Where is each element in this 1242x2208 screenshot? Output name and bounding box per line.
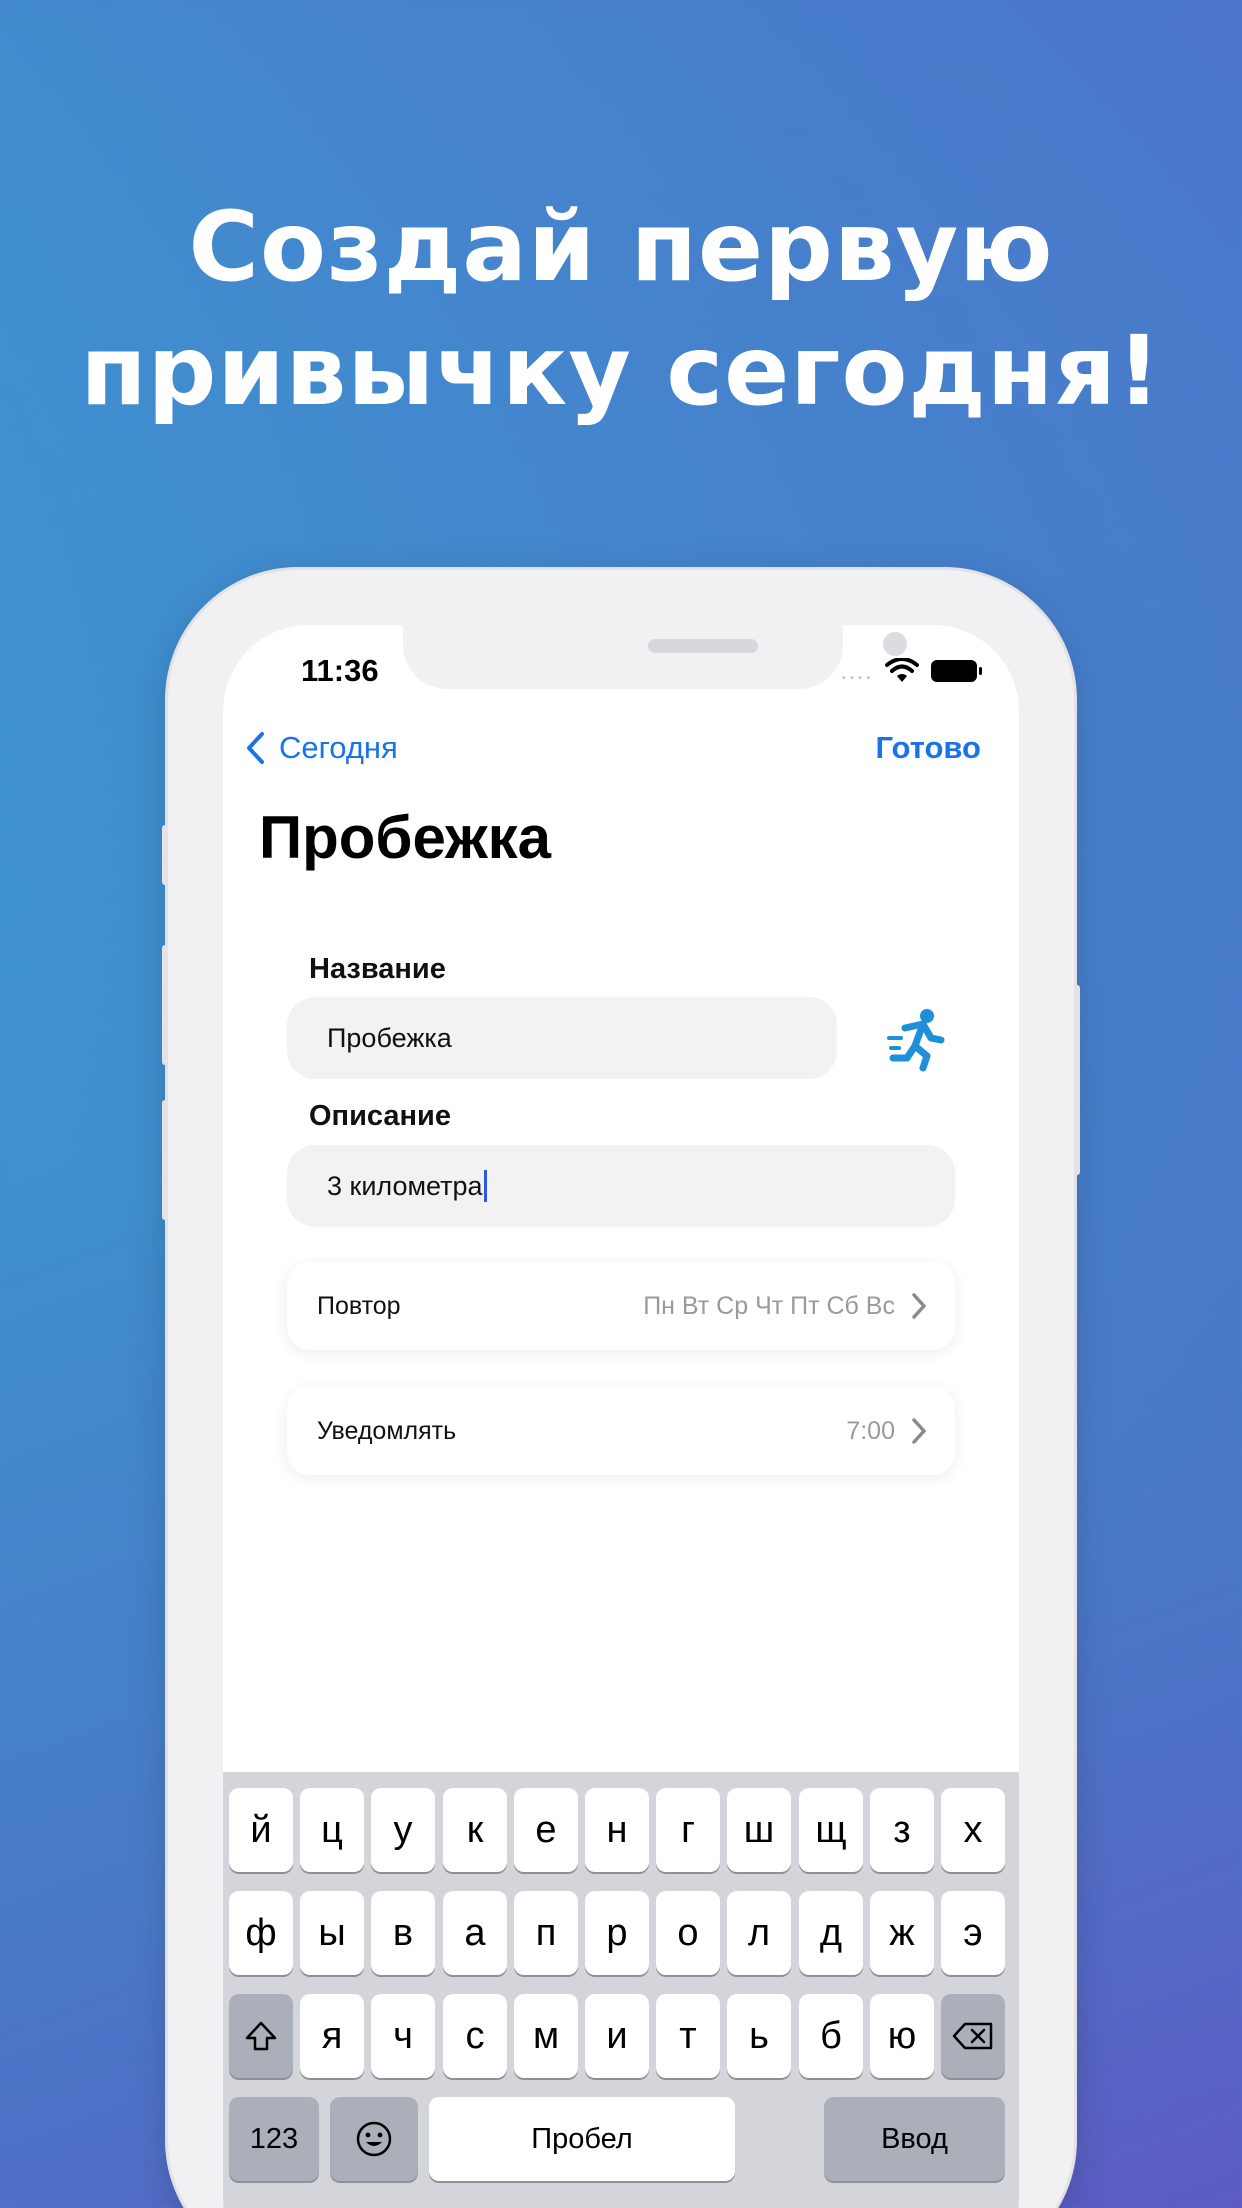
key[interactable]: х bbox=[941, 1788, 1005, 1872]
key[interactable]: о bbox=[656, 1891, 720, 1975]
headline-line-2: привычку сегодня! bbox=[80, 315, 1162, 427]
key[interactable]: з bbox=[870, 1788, 934, 1872]
repeat-row-value: Пн Вт Ср Чт Пт Сб Вс bbox=[643, 1291, 895, 1320]
key[interactable]: ю bbox=[870, 1994, 934, 2078]
key[interactable]: у bbox=[371, 1788, 435, 1872]
text-cursor bbox=[483, 1170, 487, 1202]
key[interactable]: ц bbox=[300, 1788, 364, 1872]
key[interactable]: р bbox=[585, 1891, 649, 1975]
description-input[interactable]: 3 километра bbox=[287, 1145, 955, 1227]
key[interactable]: м bbox=[514, 1994, 578, 2078]
key[interactable]: а bbox=[443, 1891, 507, 1975]
key[interactable]: г bbox=[656, 1788, 720, 1872]
page-title: Пробежка bbox=[259, 804, 552, 871]
repeat-row[interactable]: Повтор Пн Вт Ср Чт Пт Сб Вс bbox=[287, 1262, 955, 1350]
notch bbox=[403, 625, 907, 689]
emoji-key[interactable] bbox=[330, 2097, 418, 2181]
back-button[interactable]: Сегодня bbox=[245, 730, 398, 766]
key[interactable]: ж bbox=[870, 1891, 934, 1975]
emoji-icon bbox=[356, 2121, 392, 2157]
key[interactable]: я bbox=[300, 1994, 364, 2078]
description-input-value: 3 километра bbox=[327, 1170, 483, 1201]
key[interactable]: с bbox=[443, 1994, 507, 2078]
status-icons: .... bbox=[840, 655, 982, 686]
backspace-icon bbox=[952, 2022, 993, 2050]
key[interactable]: е bbox=[514, 1788, 578, 1872]
status-time: 11:36 bbox=[301, 653, 379, 688]
shift-icon bbox=[245, 2021, 277, 2051]
description-label: Описание bbox=[309, 1100, 451, 1132]
key[interactable]: н bbox=[585, 1788, 649, 1872]
keyboard: й ц у к е н г ш щ з х ф ы в а п р о л д … bbox=[223, 1772, 1019, 2208]
front-camera bbox=[883, 632, 907, 656]
name-input-value: Пробежка bbox=[327, 1022, 452, 1053]
delete-key[interactable] bbox=[941, 1994, 1005, 2078]
volume-up-button bbox=[162, 945, 168, 1065]
key[interactable]: ч bbox=[371, 1994, 435, 2078]
key[interactable]: ш bbox=[727, 1788, 791, 1872]
key[interactable]: д bbox=[799, 1891, 863, 1975]
key[interactable]: в bbox=[371, 1891, 435, 1975]
space-key[interactable]: Пробел bbox=[429, 2097, 735, 2181]
promo-headline: Создай первую привычку сегодня! bbox=[0, 185, 1242, 433]
key[interactable]: щ bbox=[799, 1788, 863, 1872]
speaker-grille bbox=[648, 639, 758, 653]
power-button bbox=[1074, 985, 1080, 1175]
shift-key[interactable] bbox=[229, 1994, 293, 2078]
key[interactable]: й bbox=[229, 1788, 293, 1872]
key[interactable]: б bbox=[799, 1994, 863, 2078]
headline-line-1: Создай первую bbox=[188, 191, 1054, 303]
key[interactable]: ы bbox=[300, 1891, 364, 1975]
battery-icon bbox=[931, 659, 982, 682]
mute-switch bbox=[162, 825, 168, 885]
numbers-key[interactable]: 123 bbox=[229, 2097, 319, 2181]
back-button-label: Сегодня bbox=[279, 730, 398, 765]
notify-row[interactable]: Уведомлять 7:00 bbox=[287, 1387, 955, 1475]
key[interactable]: п bbox=[514, 1891, 578, 1975]
name-input[interactable]: Пробежка bbox=[287, 997, 837, 1079]
key[interactable]: ь bbox=[727, 1994, 791, 2078]
repeat-row-label: Повтор bbox=[317, 1291, 401, 1320]
wifi-icon bbox=[885, 657, 919, 682]
volume-down-button bbox=[162, 1100, 168, 1220]
done-button[interactable]: Готово bbox=[876, 730, 982, 766]
key[interactable]: и bbox=[585, 1994, 649, 2078]
phone-screen: 11:36 .... Сегодня Готово Пробежка Назва… bbox=[223, 625, 1019, 2208]
notify-row-label: Уведомлять bbox=[317, 1416, 457, 1445]
key[interactable]: э bbox=[941, 1891, 1005, 1975]
phone-frame: 11:36 .... Сегодня Готово Пробежка Назва… bbox=[162, 570, 1080, 2208]
key[interactable]: л bbox=[727, 1891, 791, 1975]
return-key[interactable]: Ввод bbox=[824, 2097, 1005, 2181]
running-person-icon[interactable] bbox=[887, 1008, 945, 1072]
chevron-right-icon bbox=[912, 1293, 926, 1319]
signal-dots: .... bbox=[840, 655, 873, 685]
chevron-right-icon bbox=[912, 1418, 926, 1444]
notify-row-value: 7:00 bbox=[846, 1416, 895, 1445]
name-label: Название bbox=[309, 953, 446, 985]
key[interactable]: к bbox=[443, 1788, 507, 1872]
chevron-left-icon bbox=[247, 732, 264, 764]
key[interactable]: т bbox=[656, 1994, 720, 2078]
key[interactable]: ф bbox=[229, 1891, 293, 1975]
